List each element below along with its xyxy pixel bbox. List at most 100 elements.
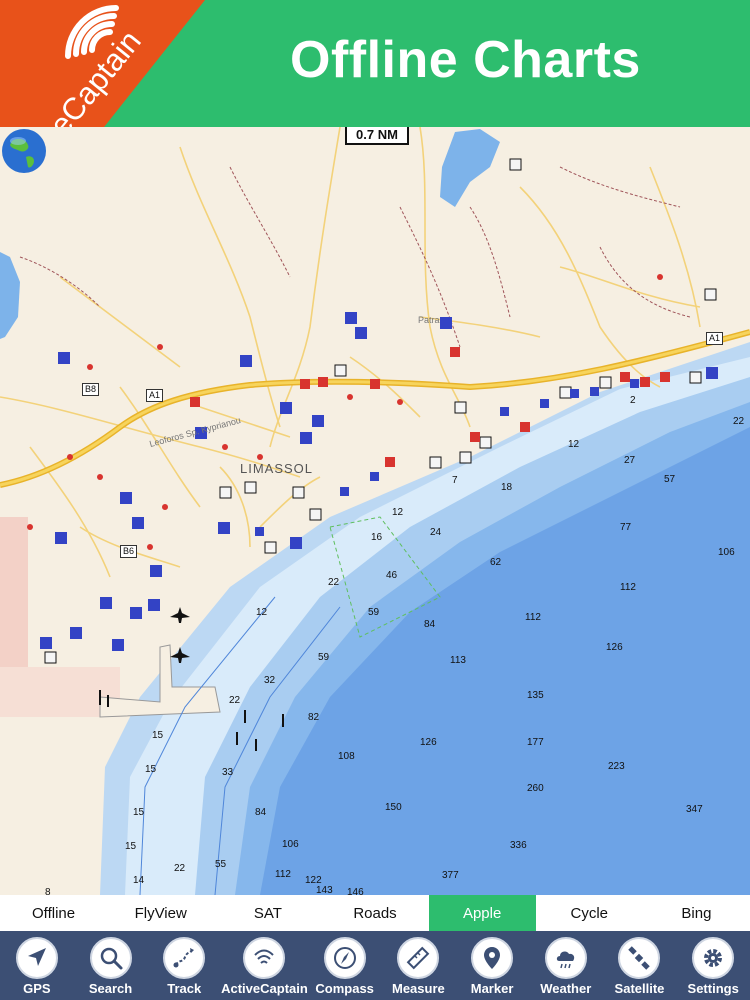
marker-button[interactable]: Marker (455, 931, 529, 1000)
depth-sounding: 135 (527, 690, 544, 701)
weather-label: Weather (540, 981, 592, 996)
settings-label: Settings (687, 981, 739, 996)
marker-label: Marker (470, 981, 514, 996)
search-button[interactable]: Search (74, 931, 148, 1000)
depth-sounding: 126 (606, 642, 623, 653)
road-label: B8 (82, 383, 100, 396)
track-icon (163, 937, 206, 979)
gps-label: GPS (23, 981, 51, 996)
depth-sounding: 24 (430, 527, 442, 538)
satellite-button[interactable]: Satellite (603, 931, 677, 1000)
search-icon (89, 937, 132, 979)
city-label: LIMASSOL (240, 461, 314, 476)
depth-sounding: 84 (255, 807, 267, 818)
gear-icon (692, 937, 735, 979)
depth-sounding: 84 (424, 619, 436, 630)
depth-sounding: 22 (229, 695, 241, 706)
gps-button[interactable]: GPS (0, 931, 74, 1000)
depth-sounding: 16 (371, 532, 383, 543)
depth-sounding: 106 (282, 839, 299, 850)
satellite-label: Satellite (614, 981, 665, 996)
tab-bing[interactable]: Bing (643, 895, 750, 931)
search-label: Search (88, 981, 133, 996)
page-title: Offline Charts (290, 31, 641, 89)
depth-sounding: 57 (664, 474, 676, 485)
depth-sounding: 18 (501, 482, 513, 493)
depth-sounding: 55 (215, 859, 227, 870)
gps-arrow-icon (15, 937, 58, 979)
depth-sounding: 2 (630, 395, 636, 406)
satellite-icon (618, 937, 661, 979)
tab-cycle[interactable]: Cycle (536, 895, 643, 931)
depth-sounding: 77 (620, 522, 632, 533)
track-button[interactable]: Track (147, 931, 221, 1000)
depth-sounding: 223 (608, 761, 625, 772)
measure-label: Measure (391, 981, 445, 996)
depth-sounding: 377 (442, 870, 459, 881)
bottom-toolbar: GPS Search Track ActiveCaptain Compass M… (0, 931, 750, 1000)
road-label: B6 (120, 545, 138, 558)
ruler-icon (397, 937, 440, 979)
tab-sat[interactable]: SAT (214, 895, 321, 931)
depth-sounding: 146 (347, 887, 364, 895)
depth-sounding: 32 (264, 675, 276, 686)
depth-sounding: 14 (133, 875, 145, 886)
track-label: Track (167, 981, 202, 996)
depth-sounding: 59 (368, 607, 380, 618)
depth-sounding: 22 (174, 863, 186, 874)
weather-cloud-icon (544, 937, 587, 979)
depth-sounding: 27 (624, 455, 636, 466)
activecaptain-label: ActiveCaptain (221, 981, 308, 996)
compass-icon (323, 937, 366, 979)
settings-button[interactable]: Settings (676, 931, 750, 1000)
depth-sounding: 62 (490, 557, 502, 568)
globe-icon[interactable] (0, 127, 48, 175)
depth-sounding: 112 (525, 612, 541, 623)
depth-sounding: 260 (527, 783, 544, 794)
depth-sounding: 126 (420, 737, 437, 748)
depth-sounding: 22 (733, 416, 745, 427)
road-label: A1 (706, 332, 724, 345)
depth-sounding: 177 (527, 737, 544, 748)
marker-pin-icon (471, 937, 514, 979)
depth-sounding: 8 (45, 887, 51, 895)
depth-sounding: 15 (133, 807, 145, 818)
measure-button[interactable]: Measure (382, 931, 456, 1000)
depth-sounding: 108 (338, 751, 355, 762)
depth-sounding: 33 (222, 767, 234, 778)
depth-sounding: 15 (125, 841, 137, 852)
depth-sounding: 106 (718, 547, 735, 558)
depth-sounding: 113 (450, 655, 466, 666)
compass-button[interactable]: Compass (308, 931, 382, 1000)
depth-sounding: 12 (392, 507, 404, 518)
tab-apple[interactable]: Apple (428, 895, 536, 931)
tab-flyview[interactable]: FlyView (107, 895, 214, 931)
depth-sounding: 112 (275, 869, 291, 880)
map-type-tabs: Offline FlyView SAT Roads Apple Cycle Bi… (0, 895, 750, 931)
road-label: A1 (146, 389, 164, 402)
depth-sounding: 143 (316, 885, 333, 895)
depth-sounding: 15 (145, 764, 157, 775)
tab-roads[interactable]: Roads (321, 895, 428, 931)
chart-map-graphic (0, 127, 750, 895)
activecaptain-icon (243, 937, 286, 979)
depth-sounding: 59 (318, 652, 330, 663)
depth-sounding: 150 (385, 802, 402, 813)
chart-map[interactable]: 0.7 NM LIMASSOL A1 A1 B8 B6 Patra Leofor… (0, 127, 750, 895)
depth-sounding: 7 (452, 475, 458, 486)
place-label: Patra (418, 315, 440, 325)
depth-sounding: 336 (510, 840, 527, 851)
depth-sounding: 12 (256, 607, 268, 618)
depth-sounding: 15 (152, 730, 164, 741)
depth-sounding: 12 (568, 439, 580, 450)
weather-button[interactable]: Weather (529, 931, 603, 1000)
activecaptain-button[interactable]: ActiveCaptain (221, 931, 308, 1000)
compass-label: Compass (315, 981, 374, 996)
tab-offline[interactable]: Offline (0, 895, 107, 931)
depth-sounding: 82 (308, 712, 320, 723)
depth-sounding: 22 (328, 577, 340, 588)
depth-sounding: 112 (620, 582, 636, 593)
depth-sounding: 46 (386, 570, 398, 581)
depth-sounding: 347 (686, 804, 703, 815)
scale-bar: 0.7 NM (345, 127, 409, 145)
